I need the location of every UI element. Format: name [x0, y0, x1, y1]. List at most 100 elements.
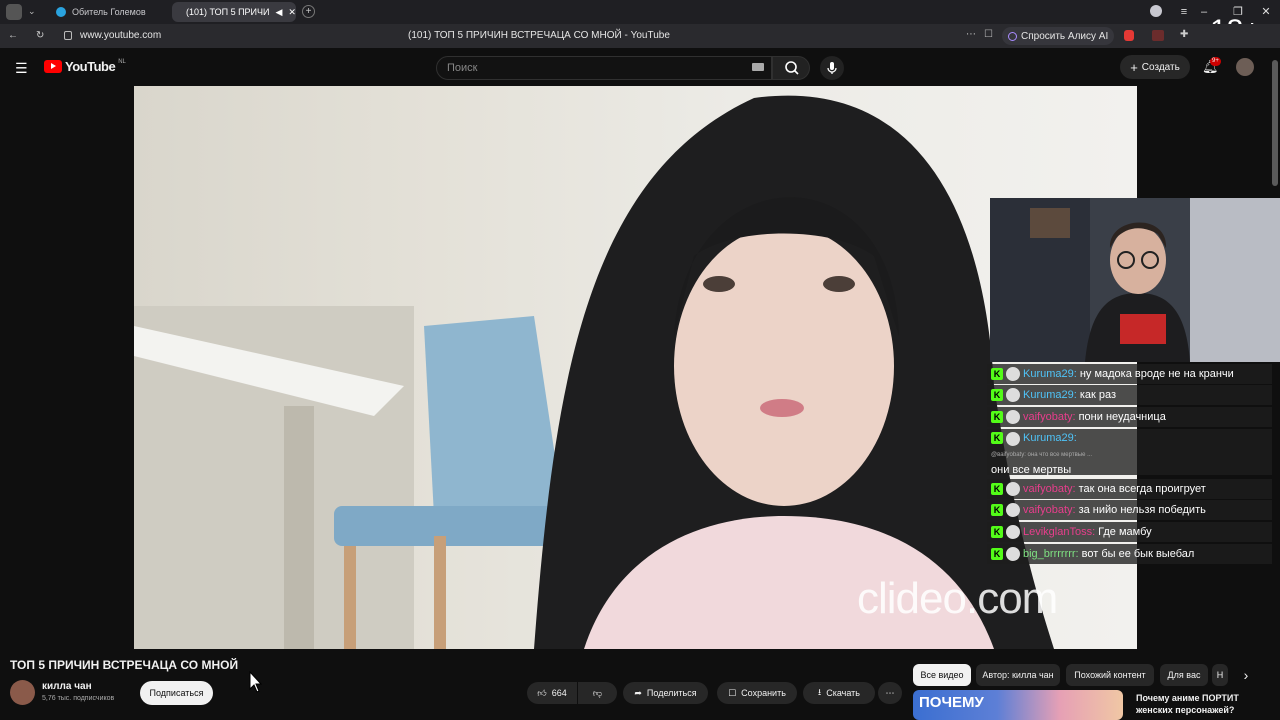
search-icon — [785, 61, 799, 75]
chat-username: big_brrrrrrr: — [1023, 548, 1079, 560]
chat-message: Kbig_brrrrrrr: вот бы ее бык выебал — [987, 544, 1272, 564]
chat-avatar — [1006, 525, 1020, 539]
search-button[interactable] — [772, 56, 810, 80]
share-button[interactable]: ➦ Поделиться — [623, 682, 708, 704]
chat-text: вот бы ее бык выебал — [1081, 548, 1195, 560]
youtube-logo[interactable]: YouTube NL — [44, 59, 126, 74]
browser-tab-bar: ⌄ Обитель Големов (101) ТОП 5 ПРИЧИ ◀ ✕ … — [0, 0, 1280, 47]
chevron-right-icon[interactable]: › — [1236, 664, 1256, 686]
telegram-icon — [56, 7, 66, 17]
like-count: 664 — [551, 688, 567, 698]
account-avatar[interactable] — [1236, 58, 1254, 76]
microphone-icon — [827, 62, 837, 74]
chat-avatar — [1006, 503, 1020, 517]
chat-text: так она всегда проигрует — [1078, 483, 1206, 495]
download-label: Скачать — [826, 688, 860, 698]
profile-icon[interactable] — [1150, 5, 1162, 17]
hamburger-menu-icon[interactable]: ☰ — [15, 60, 28, 77]
alice-label: Спросить Алису AI — [1021, 30, 1109, 42]
chat-username: Kuruma29: — [1023, 432, 1077, 444]
extension-shield-icon[interactable] — [1124, 30, 1134, 41]
close-tab-icon[interactable]: ✕ — [288, 7, 296, 18]
extension-icon[interactable] — [1152, 30, 1164, 41]
browser-menu-icon[interactable] — [6, 4, 22, 20]
chat-avatar — [1006, 410, 1020, 424]
extensions-puzzle-icon[interactable]: ✚ — [1180, 29, 1188, 40]
kick-badge-icon: K — [991, 411, 1003, 423]
channel-name[interactable]: килла чан — [42, 681, 92, 692]
chat-message: K Kuruma29: @ваifyobaty: она что все мертв… — [987, 429, 1272, 476]
thumbnail-text: ПОЧЕМУ — [919, 694, 984, 711]
tab-obitel[interactable]: Обитель Големов — [48, 2, 168, 22]
channel-avatar[interactable] — [10, 680, 35, 705]
chat-username: vaifyobaty: — [1023, 483, 1076, 495]
page-scrollbar[interactable] — [1272, 60, 1278, 186]
chat-message: K Kuruma29: ну мадока вроде не на кранчи — [987, 364, 1272, 384]
chat-text: Где мамбу — [1098, 526, 1152, 538]
page-title: (101) ТОП 5 ПРИЧИН ВСТРЕЧАЦА СО МНОЙ - Y… — [408, 30, 670, 41]
subscriber-count: 5,76 тыс. подписчиков — [42, 695, 115, 702]
new-tab-button[interactable]: + — [302, 5, 315, 18]
chip-related[interactable]: Похожий контент — [1066, 664, 1154, 686]
search-input[interactable]: Поиск — [436, 56, 772, 80]
recommendation-thumbnail[interactable]: ПОЧЕМУ — [913, 690, 1123, 720]
kick-badge-icon: K — [991, 389, 1003, 401]
tab-label: Обитель Големов — [72, 7, 146, 17]
more-actions-button[interactable]: ⋯ — [878, 682, 902, 704]
voice-search-button[interactable] — [820, 56, 844, 80]
create-button[interactable]: + Создать — [1120, 55, 1190, 79]
tab-youtube-video[interactable]: (101) ТОП 5 ПРИЧИ ◀ ✕ — [172, 2, 296, 22]
kick-badge-icon: K — [991, 432, 1003, 444]
bookmark-icon[interactable]: ☐ — [984, 29, 993, 40]
more-icon[interactable]: ⋯ — [966, 29, 976, 40]
chat-message: K LevikglanToss: Где мамбу — [987, 522, 1272, 542]
lock-icon — [64, 31, 72, 40]
mouse-cursor-icon — [249, 671, 263, 693]
watermark: clideo.com — [857, 574, 1058, 623]
kick-badge-icon: K — [991, 548, 1003, 560]
notifications-badge: 9+ — [1210, 57, 1221, 66]
chip-next[interactable]: Н — [1212, 664, 1228, 686]
chat-message: Kvaifyobaty: так она всегда проигрует — [987, 479, 1272, 499]
alice-button[interactable]: Спросить Алису AI — [1002, 27, 1115, 45]
speaker-icon: ◀ — [275, 6, 283, 17]
save-button[interactable]: ☐ Сохранить — [717, 682, 797, 704]
chat-username: vaifyobaty: — [1023, 411, 1076, 423]
share-arrow-icon: ➦ — [634, 687, 642, 698]
keyboard-icon[interactable] — [752, 63, 764, 71]
subscribe-button[interactable]: Подписаться — [140, 681, 213, 705]
share-label: Поделиться — [646, 688, 697, 698]
chip-all-videos[interactable]: Все видео — [913, 664, 971, 686]
chat-text: они все мертвы — [991, 464, 1072, 476]
youtube-wordmark: YouTube — [65, 59, 116, 74]
region-code: NL — [118, 59, 126, 65]
kick-badge-icon: K — [991, 504, 1003, 516]
youtube-play-icon — [44, 60, 62, 73]
menu-icon[interactable]: ≡ — [1176, 4, 1192, 20]
create-label: Создать — [1141, 61, 1180, 73]
streamer-facecam — [990, 198, 1280, 362]
back-icon[interactable]: ← — [8, 30, 18, 41]
download-button[interactable]: ⭳ Скачать — [803, 682, 875, 704]
chat-avatar — [1006, 388, 1020, 402]
chat-avatar — [1006, 367, 1020, 381]
facecam-image — [990, 198, 1280, 362]
save-label: Сохранить — [741, 688, 786, 698]
chat-text: за нийо нельзя победить — [1078, 504, 1206, 516]
chat-text: как раз — [1079, 389, 1117, 401]
address-bar-row: ← ↻ www.youtube.com (101) ТОП 5 ПРИЧИН В… — [0, 24, 1280, 48]
dislike-button[interactable]: 👎︎ — [578, 682, 617, 704]
url-field[interactable]: www.youtube.com — [80, 30, 161, 41]
bookmark-icon: ☐ — [728, 687, 737, 698]
chat-avatar — [1006, 482, 1020, 496]
plus-icon: + — [1130, 59, 1138, 75]
chip-for-you[interactable]: Для вас — [1160, 664, 1208, 686]
chat-avatar — [1006, 432, 1020, 446]
reload-icon[interactable]: ↻ — [36, 30, 44, 41]
chip-author[interactable]: Автор: килла чан — [976, 664, 1060, 686]
kick-badge-icon: K — [991, 483, 1003, 495]
tabs-dropdown-icon[interactable]: ⌄ — [28, 6, 36, 17]
recommendation-title[interactable]: Почему аниме ПОРТИТ женских персонажей? — [1136, 692, 1239, 716]
stream-chat-overlay: K Kuruma29: ну мадока вроде не на кранчи K K… — [987, 364, 1272, 566]
like-button[interactable]: 👍︎ 664 — [527, 682, 577, 704]
